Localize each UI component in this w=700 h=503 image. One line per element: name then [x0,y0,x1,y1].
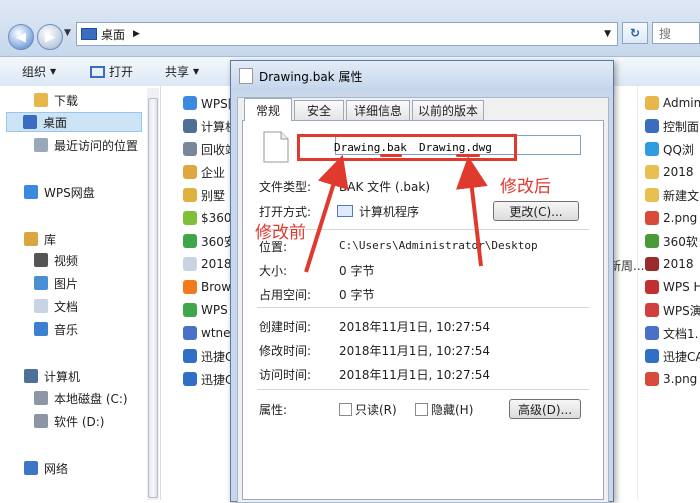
arrow-to-after [455,156,488,267]
annotation-after: 修改后 [500,177,551,197]
annotation-arrows [304,154,488,273]
annotation-before: 修改前 [255,223,306,243]
arrow-to-before [304,154,349,273]
tab-general[interactable]: 常规 [244,98,292,121]
